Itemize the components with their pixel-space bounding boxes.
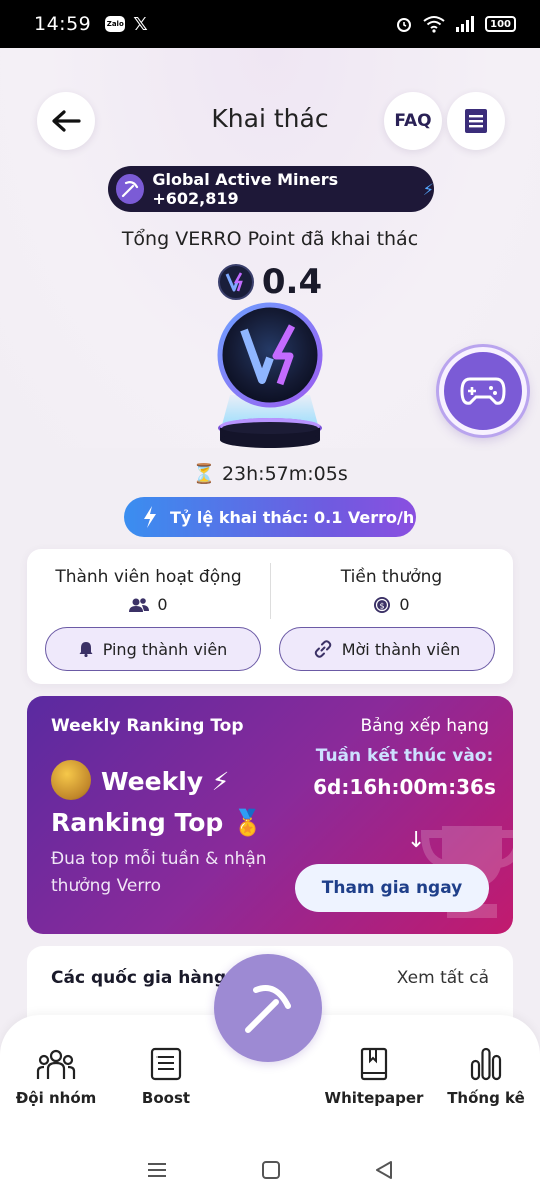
wifi-icon — [423, 16, 445, 33]
reward-value: 0 — [399, 595, 410, 614]
nav-boost[interactable]: Boost — [116, 1045, 216, 1107]
svg-text:$: $ — [380, 601, 385, 610]
list-icon — [465, 109, 487, 133]
weekly-ranking-title: Weekly Ranking Top — [51, 716, 244, 736]
verro-coin-icon — [217, 264, 254, 300]
gamepad-icon — [460, 377, 506, 405]
nav-statistics[interactable]: Thống kê — [436, 1045, 536, 1107]
book-icon — [360, 1047, 388, 1081]
bell-icon — [79, 642, 93, 657]
pickaxe-icon — [245, 985, 291, 1033]
weekly-ranking-heading: Weekly ⚡ Ranking Top 🏅 — [51, 760, 311, 843]
ping-members-button[interactable]: Ping thành viên — [45, 627, 261, 671]
nav-team-label: Đội nhóm — [15, 1089, 97, 1107]
mining-timer-value: 23h:57m:05s — [221, 463, 348, 485]
see-all-link[interactable]: Xem tất cả — [397, 968, 489, 988]
nav-statistics-label: Thống kê — [447, 1089, 525, 1107]
week-ends-label: Tuần kết thúc vào: — [315, 746, 494, 766]
menu-button[interactable] — [447, 92, 505, 150]
x-icon: 𝕏 — [133, 13, 148, 35]
invite-members-button[interactable]: Mời thành viên — [279, 627, 495, 671]
users-icon — [129, 597, 150, 612]
global-miners-text: Global Active Miners +602,819 — [152, 170, 339, 208]
lightning-icon — [144, 506, 156, 528]
status-bar: 14:59 Zalo 𝕏 100 — [0, 0, 540, 48]
mine-button[interactable] — [214, 954, 322, 1062]
weekly-ranking-card: Weekly Ranking Top Bảng xếp hạng Tuần kế… — [27, 696, 513, 934]
bar-chart-icon — [470, 1047, 502, 1081]
invite-members-label: Mời thành viên — [341, 639, 461, 659]
total-points-label: Tổng VERRO Point đã khai thác — [121, 228, 419, 250]
mining-timer: ⏳ 23h:57m:05s — [0, 462, 540, 485]
active-members-value: 0 — [157, 595, 168, 614]
link-icon — [314, 640, 331, 658]
leaderboard-link[interactable]: Bảng xếp hạng — [360, 716, 489, 736]
faq-button[interactable]: FAQ — [384, 92, 442, 150]
team-icon — [36, 1049, 76, 1079]
weekly-heading-line-1: Weekly ⚡ — [101, 767, 230, 796]
hourglass-icon: ⏳ — [192, 463, 216, 485]
bolt-icon: ⚡ — [422, 179, 434, 199]
boost-list-icon — [150, 1047, 182, 1081]
join-now-button[interactable]: Tham gia ngay — [295, 864, 489, 912]
global-miners-pill: Global Active Miners +602,819 ⚡ — [108, 166, 434, 212]
active-members-label: Thành viên hoạt động — [55, 567, 242, 587]
back-nav-icon[interactable] — [374, 1160, 394, 1180]
status-time: 14:59 — [34, 13, 92, 35]
pickaxe-icon — [116, 174, 145, 204]
verro-gold-coin-icon — [51, 760, 91, 800]
reward-section: Tiền thưởng $ 0 — [270, 567, 513, 614]
arrow-down-icon: ↓ — [407, 828, 426, 853]
ping-members-label: Ping thành viên — [102, 639, 228, 659]
reward-label: Tiền thưởng — [340, 567, 443, 587]
nav-team[interactable]: Đội nhóm — [6, 1045, 106, 1107]
system-navigation-bar — [0, 1140, 540, 1200]
mining-coin-illustration — [200, 300, 340, 460]
total-points-value: 0.4 — [261, 262, 323, 302]
total-points-row: 0.4 — [0, 262, 540, 302]
mining-rate-pill: Tỷ lệ khai thác: 0.1 Verro/h — [124, 497, 416, 537]
week-countdown: 6d:16h:00m:36s — [313, 775, 496, 799]
nav-whitepaper-label: Whitepaper — [324, 1089, 424, 1107]
nav-whitepaper[interactable]: Whitepaper — [314, 1045, 434, 1107]
alarm-icon — [397, 18, 412, 32]
recent-apps-icon[interactable] — [146, 1161, 168, 1179]
weekly-heading-line-2: Ranking Top 🏅 — [51, 808, 264, 837]
game-button[interactable] — [439, 347, 527, 435]
signal-icon — [456, 16, 475, 32]
members-card: Thành viên hoạt động 0 Tiền thưởng $ 0 P… — [27, 549, 513, 684]
coin-dollar-icon: $ — [374, 596, 391, 613]
top-countries-title: Các quốc gia hàng — [51, 968, 227, 988]
home-icon[interactable] — [261, 1160, 281, 1180]
weekly-description: Đua top mỗi tuần & nhận thưởng Verro — [51, 849, 267, 896]
mining-rate-text: Tỷ lệ khai thác: 0.1 Verro/h — [170, 507, 415, 527]
active-members-section: Thành viên hoạt động 0 — [27, 567, 270, 614]
zalo-icon: Zalo — [105, 16, 126, 32]
battery-icon: 100 — [485, 16, 516, 32]
nav-boost-label: Boost — [141, 1089, 191, 1107]
